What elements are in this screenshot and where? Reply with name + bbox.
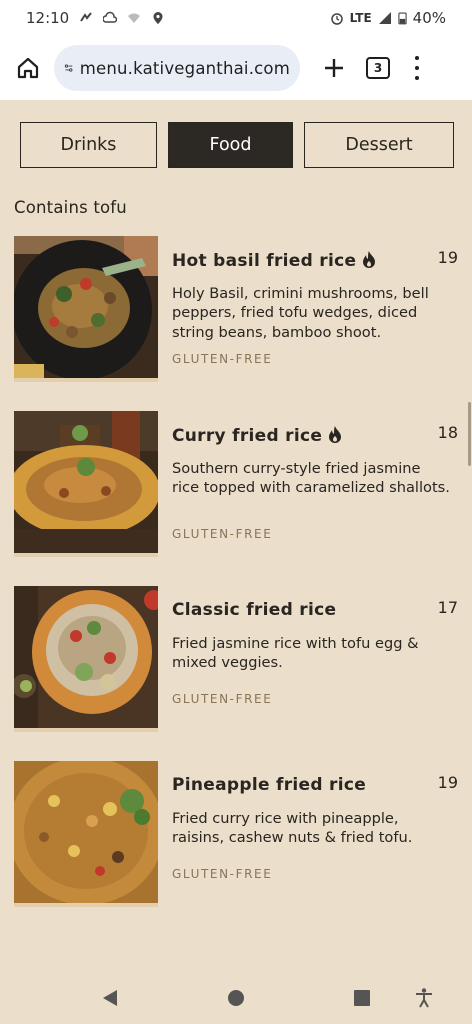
menu-item-hot-basil-fried-rice[interactable]: Hot basil fried rice 19 Holy Basil, crim… <box>14 236 460 382</box>
notification-icon <box>80 12 93 22</box>
system-nav-bar <box>0 968 472 1024</box>
battery-icon <box>398 12 407 25</box>
section-title: Contains tofu <box>14 198 127 217</box>
dish-photo <box>14 411 158 553</box>
item-price: 19 <box>437 773 458 792</box>
dietary-tag: GLUTEN-FREE <box>172 352 273 366</box>
address-bar[interactable]: menu.kativeganthai.com <box>54 45 300 91</box>
new-tab-button[interactable] <box>320 54 348 82</box>
item-name: Classic fried rice <box>172 600 337 620</box>
flame-icon <box>329 426 342 443</box>
menu-item-curry-fried-rice[interactable]: Curry fried rice 18 Southern curry-style… <box>14 411 460 557</box>
back-icon <box>103 990 117 1006</box>
home-icon <box>17 57 39 79</box>
dish-photo <box>14 761 158 903</box>
dish-photo <box>14 586 158 728</box>
item-description: Fried curry rice with pineapple, raisins… <box>172 810 413 847</box>
status-bar: 12:10 LTE 40% <box>0 0 472 36</box>
dish-photo <box>14 236 158 378</box>
item-name: Hot basil fried rice <box>172 251 357 271</box>
url-text: menu.kativeganthai.com <box>79 58 290 78</box>
item-name: Pineapple fried rice <box>172 775 367 795</box>
circle-home-icon <box>228 990 244 1006</box>
scrollbar[interactable] <box>468 402 471 466</box>
battery-level: 40% <box>412 9 446 27</box>
accessibility-icon <box>416 988 432 1008</box>
dietary-tag: GLUTEN-FREE <box>172 867 273 881</box>
wifi-icon <box>128 13 141 23</box>
browser-toolbar: menu.kativeganthai.com 3 <box>0 36 472 100</box>
tab-switcher-button[interactable]: 3 <box>366 57 390 79</box>
more-vert-icon[interactable] <box>412 56 422 80</box>
accessibility-button[interactable] <box>412 986 436 1010</box>
cloud-icon <box>103 11 118 23</box>
tune-icon[interactable] <box>64 58 74 78</box>
item-description: Southern curry-style fried jasmine rice … <box>172 460 450 497</box>
home-nav-button[interactable] <box>224 986 248 1010</box>
status-time: 12:10 <box>26 9 70 27</box>
tab-dessert[interactable]: Dessert <box>304 122 454 168</box>
item-name: Curry fried rice <box>172 426 323 446</box>
location-icon <box>153 12 163 24</box>
signal-icon <box>378 12 391 24</box>
tab-drinks[interactable]: Drinks <box>20 122 157 168</box>
back-button[interactable] <box>98 986 122 1010</box>
tab-food[interactable]: Food <box>168 122 293 168</box>
item-description: Holy Basil, crimini mushrooms, bell pepp… <box>172 285 429 341</box>
item-description: Fried jasmine rice with tofu egg & mixed… <box>172 635 419 672</box>
menu-item-classic-fried-rice[interactable]: Classic fried rice 17 Fried jasmine rice… <box>14 586 460 732</box>
item-price: 17 <box>437 598 458 617</box>
plus-icon <box>325 59 343 77</box>
menu-item-pineapple-fried-rice[interactable]: Pineapple fried rice 19 Fried curry rice… <box>14 761 460 907</box>
dietary-tag: GLUTEN-FREE <box>172 527 273 541</box>
category-tabs: Drinks Food Dessert <box>20 122 454 168</box>
item-price: 18 <box>437 423 458 442</box>
flame-icon <box>363 251 376 268</box>
square-recents-icon <box>354 990 370 1006</box>
dietary-tag: GLUTEN-FREE <box>172 692 273 706</box>
network-type: LTE <box>349 11 372 25</box>
alarm-icon <box>330 13 343 25</box>
recents-button[interactable] <box>350 986 374 1010</box>
item-price: 19 <box>437 248 458 267</box>
home-button[interactable] <box>12 52 44 84</box>
